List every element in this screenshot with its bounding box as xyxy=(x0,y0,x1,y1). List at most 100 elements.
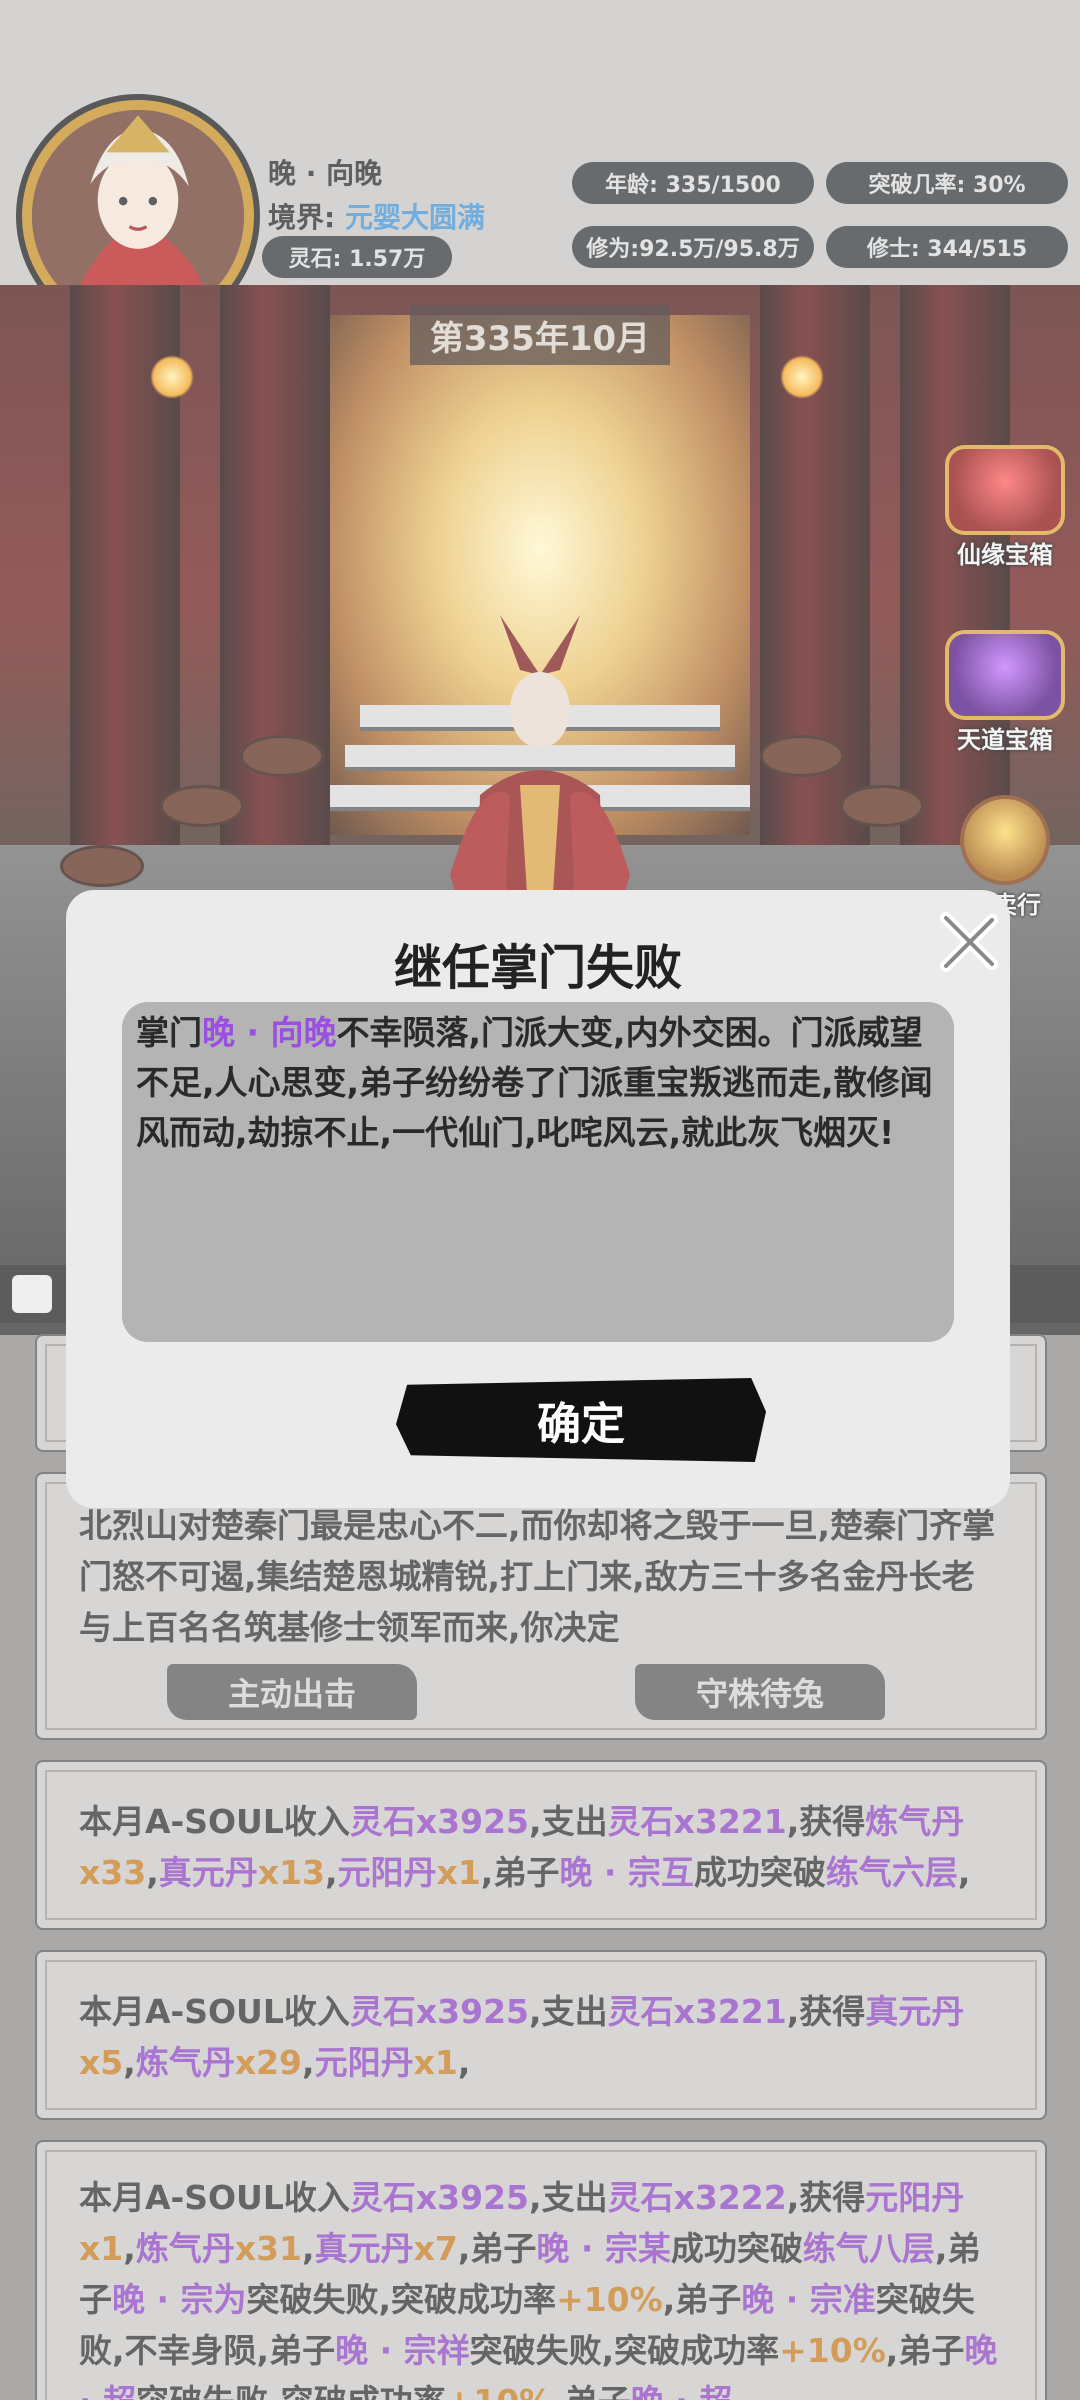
log-item: 灵石x3221 xyxy=(607,1802,787,1841)
log-realm: 练气八层 xyxy=(802,2229,935,2268)
log-item: 炼气丹 xyxy=(865,1802,965,1841)
purple-chest-icon xyxy=(945,630,1065,720)
monthly-log-text: 本月A-SOUL收入灵石x3925,支出灵石x3221,获得炼气丹x33,真元丹… xyxy=(79,1796,1005,1898)
ceremony-drum xyxy=(840,785,924,827)
ceremony-drum xyxy=(240,735,324,777)
log-item: 元阳丹 xyxy=(337,1853,437,1892)
heaven-chest-label: 天道宝箱 xyxy=(957,726,1053,754)
log-rate: +10% xyxy=(779,2331,886,2370)
monthly-log-card: 本月A-SOUL收入灵石x3925,支出灵石x3221,获得真元丹x5,炼气丹x… xyxy=(35,1950,1047,2120)
log-text: 本月A-SOUL收入 xyxy=(79,2178,350,2217)
log-disciple: 晚 · 宗为 xyxy=(112,2280,247,2319)
log-count: x7 xyxy=(413,2229,458,2268)
dialog-title: 继任掌门失败 xyxy=(393,940,682,996)
log-item: 灵石x3925 xyxy=(349,1992,530,2031)
log-text: , xyxy=(146,1853,159,1892)
attack-option-button[interactable]: 主动出击 xyxy=(167,1664,417,1720)
cultivation-stat: 修为:92.5万/95.8万 xyxy=(572,226,814,268)
immortal-chest-label: 仙缘宝箱 xyxy=(957,541,1053,569)
log-item: 炼气丹 xyxy=(135,2229,235,2268)
log-text: ,弟子 xyxy=(457,2229,537,2268)
log-text: ,支出 xyxy=(529,2178,608,2217)
log-count: x xyxy=(79,2043,101,2082)
confirm-button[interactable]: 确定 xyxy=(396,1378,766,1462)
heaven-chest-button[interactable]: 天道宝箱 xyxy=(935,630,1075,755)
defend-option-button[interactable]: 守株待兔 xyxy=(635,1664,885,1720)
succession-failed-dialog: 继任掌门失败 掌门晚 · 向晚不幸陨落,门派大变,内外交困。门派威望不足,人心思… xyxy=(66,890,1010,1508)
log-text: 突破失败,突破成功率 xyxy=(469,2331,780,2370)
log-item: 真元丹 xyxy=(158,1853,258,1892)
ceremony-drum xyxy=(60,845,144,887)
log-item: 元阳丹 xyxy=(314,2043,414,2082)
ceremony-drum xyxy=(760,735,844,777)
log-realm: 练气六层 xyxy=(825,1853,958,1892)
log-text: , xyxy=(123,2229,136,2268)
log-text: 本月A-SOUL收入 xyxy=(79,1802,350,1841)
log-count: x29 xyxy=(234,2043,303,2082)
log-text: 本月A-SOUL收入 xyxy=(79,1992,350,2031)
log-disciple: 晚 · 宗某 xyxy=(536,2229,671,2268)
log-text: ,弟子 xyxy=(662,2280,742,2319)
immortal-chest-button[interactable]: 仙缘宝箱 xyxy=(935,445,1075,570)
log-disciple: 晚 · 超 xyxy=(631,2382,733,2400)
monthly-log-card: 本月A-SOUL收入灵石x3925,支出灵石x3222,获得元阳丹x1,炼气丹x… xyxy=(35,2140,1047,2400)
player-realm: 境界: 元婴大圆满 xyxy=(268,196,485,236)
auction-icon xyxy=(960,795,1050,885)
log-disciple: 晚 · 宗准 xyxy=(741,2280,876,2319)
log-count: 5 xyxy=(100,2043,124,2082)
close-icon[interactable] xyxy=(934,908,1004,978)
log-count: 1 xyxy=(100,2229,124,2268)
log-text: ,获得 xyxy=(786,1992,866,2031)
log-text: , xyxy=(957,1853,971,1892)
log-count: x31 xyxy=(234,2229,303,2268)
fist-icon[interactable] xyxy=(12,1275,52,1313)
log-item: 元阳丹 xyxy=(865,2178,965,2217)
log-text: ,弟子 xyxy=(480,1853,560,1892)
event-text: 北烈山对楚秦门最是忠心不二,而你却将之毁于一旦,楚秦门齐掌门怒不可遏,集结楚恩城… xyxy=(79,1506,996,1647)
log-text: ,支出 xyxy=(529,1992,608,2031)
log-rate: +10% xyxy=(556,2280,663,2319)
ceremony-drum xyxy=(160,785,244,827)
disciples-stat: 修士: 344/515 xyxy=(826,226,1068,268)
game-date-banner: 第335年10月 xyxy=(410,305,670,365)
realm-label: 境界: xyxy=(268,201,336,234)
log-text: 突破失败,突破成功率 xyxy=(246,2280,557,2319)
log-item: 炼气丹 xyxy=(135,2043,235,2082)
log-text: , xyxy=(457,2043,471,2082)
sect-master-name: 晚 · 向晚 xyxy=(202,1013,337,1052)
log-text: , xyxy=(325,1853,338,1892)
log-text: , xyxy=(123,2043,136,2082)
monthly-log-card: 本月A-SOUL收入灵石x3925,支出灵石x3221,获得炼气丹x33,真元丹… xyxy=(35,1760,1047,1930)
log-text: ,获得 xyxy=(786,1802,866,1841)
event-choice-card: 北烈山对楚秦门最是忠心不二,而你却将之毁于一旦,楚秦门齐掌门怒不可遏,集结楚恩城… xyxy=(35,1472,1047,1740)
breakthrough-stat: 突破几率: 30% xyxy=(826,162,1068,204)
spirit-stone-counter: 灵石: 1.57万 xyxy=(262,236,452,278)
log-count: x xyxy=(79,2229,101,2268)
red-chest-icon xyxy=(945,445,1065,535)
log-text: ,弟子 xyxy=(885,2331,965,2370)
log-text: ,获得 xyxy=(786,2178,866,2217)
log-disciple: 晚 · 宗祥 xyxy=(335,2331,470,2370)
player-name: 晚 · 向晚 xyxy=(268,157,383,190)
log-text: , xyxy=(302,2043,315,2082)
dialog-message: 掌门晚 · 向晚不幸陨落,门派大变,内外交困。门派威望不足,人心思变,弟子纷纷卷… xyxy=(122,1002,954,1342)
log-disciple: 晚 · 宗互 xyxy=(559,1853,694,1892)
realm-value: 元婴大圆满 xyxy=(344,201,485,234)
log-text: ,支出 xyxy=(529,1802,608,1841)
log-item: 真元丹 xyxy=(314,2229,414,2268)
log-item: 灵石x3221 xyxy=(607,1992,787,2031)
lantern xyxy=(150,355,194,399)
log-text: , xyxy=(302,2229,315,2268)
status-header: 晚 · 向晚 境界: 元婴大圆满 灵石: 1.57万 年龄: 335/1500 … xyxy=(0,0,1080,332)
monthly-log-text: 本月A-SOUL收入灵石x3925,支出灵石x3222,获得元阳丹x1,炼气丹x… xyxy=(79,2172,1005,2400)
log-count: x1 xyxy=(413,2043,458,2082)
log-text: 突破失败,突破成功率 xyxy=(136,2382,446,2400)
age-stat: 年龄: 335/1500 xyxy=(572,162,814,204)
monthly-log-text: 本月A-SOUL收入灵石x3925,支出灵石x3221,获得真元丹x5,炼气丹x… xyxy=(79,1986,1005,2088)
log-text: ,弟子 xyxy=(552,2382,631,2400)
log-item: 灵石x3925 xyxy=(349,1802,530,1841)
log-count: 33 xyxy=(100,1853,147,1892)
log-item: 真元丹 xyxy=(865,1992,965,2031)
log-item: 灵石x3925 xyxy=(349,2178,530,2217)
log-count: x13 xyxy=(257,1853,325,1892)
